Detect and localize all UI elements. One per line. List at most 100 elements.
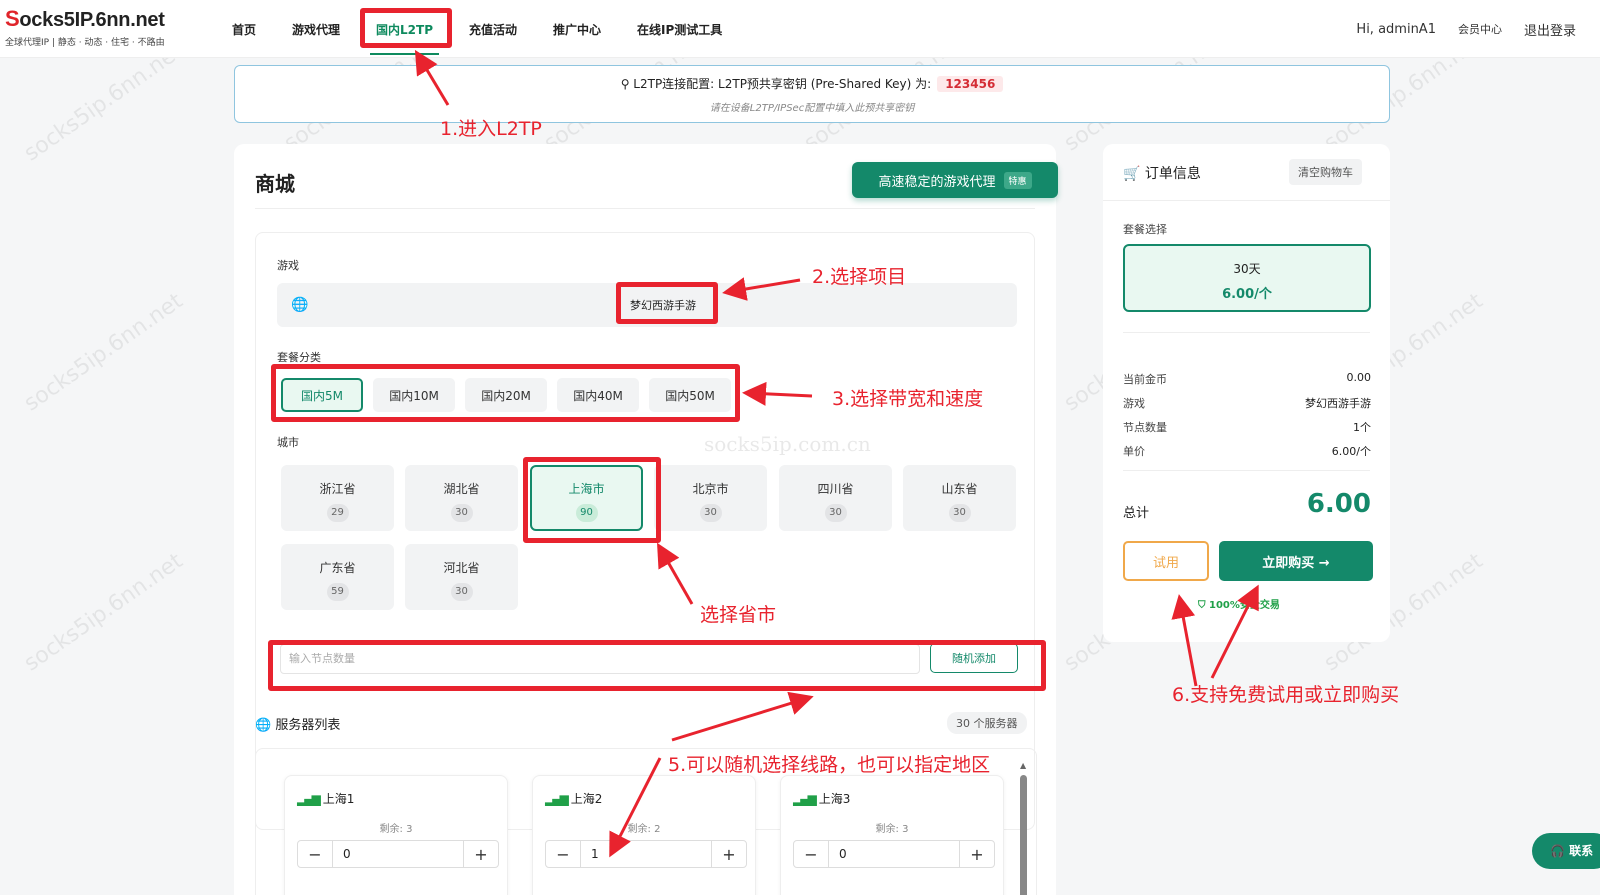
quantity-input[interactable]: 1 (580, 841, 712, 867)
plus-button[interactable]: + (712, 845, 746, 864)
server-remaining: 剩余: 2 (627, 824, 661, 835)
scrollbar[interactable]: ▲ (1020, 761, 1027, 895)
city-name: 北京市 (692, 482, 729, 496)
cart-icon: 🛒 (1123, 166, 1145, 182)
city-card-selected[interactable]: 上海市 90 (530, 465, 643, 531)
l2tp-notice: ⚲ L2TP连接配置: L2TP预共享密钥 (Pre-Shared Key) 为… (234, 65, 1390, 123)
server-card: ▂▄▆ 上海2 剩余: 2 − 1 + (532, 775, 756, 895)
annotation-step6: 6.支持免费试用或立即购买 (1172, 684, 1400, 706)
search-icon: ⚲ (620, 77, 634, 91)
nav-game-proxy[interactable]: 游戏代理 (292, 21, 340, 38)
row-key: 节点数量 (1123, 421, 1167, 434)
server-name: 上海3 (818, 792, 851, 806)
package-option-5m[interactable]: 国内5M (281, 378, 363, 412)
site-logo[interactable]: Socks5IP.6nn.net 全球代理IP | 静态 · 动态 · 住宅 ·… (5, 6, 165, 48)
random-add-button[interactable]: 随机添加 (930, 643, 1018, 673)
city-count: 90 (575, 504, 598, 522)
top-navbar: Socks5IP.6nn.net 全球代理IP | 静态 · 动态 · 住宅 ·… (0, 0, 1600, 58)
minus-button[interactable]: − (546, 845, 580, 864)
nav-l2tp[interactable]: 国内L2TP (370, 21, 439, 55)
nav-home[interactable]: 首页 (232, 21, 256, 38)
trial-button[interactable]: 试用 (1123, 541, 1209, 581)
city-name: 浙江省 (319, 482, 356, 496)
order-row: 单价 6.00/个 (1123, 443, 1371, 459)
city-card[interactable]: 山东省 30 (903, 465, 1016, 531)
member-center-link[interactable]: 会员中心 (1458, 21, 1502, 37)
plus-button[interactable]: + (960, 845, 994, 864)
city-count: 30 (948, 504, 971, 522)
game-label: 游戏 (277, 259, 299, 272)
order-heading: 🛒 订单信息 (1123, 163, 1201, 183)
city-card[interactable]: 四川省 30 (779, 465, 892, 531)
server-list: ▂▄▆ 上海1 剩余: 3 − 0 + ▂▄▆ 上海2 剩余: 2 − 1 + ▂▄… (255, 748, 1037, 895)
plan-days: 30天 (1233, 262, 1261, 276)
minus-button[interactable]: − (298, 845, 332, 864)
main-nav: 首页 游戏代理 国内L2TP 充值活动 推广中心 在线IP测试工具 (232, 0, 758, 58)
package-option-40m[interactable]: 国内40M (557, 378, 639, 412)
package-option-50m[interactable]: 国内50M (649, 378, 731, 412)
order-form: 游戏 🌐 梦幻西游手游 套餐分类 国内5M 国内10M 国内20M 国内40M … (255, 232, 1035, 830)
node-quantity-input[interactable]: 输入节点数量 (280, 644, 920, 674)
city-count: 59 (326, 583, 349, 601)
row-value: 1个 (1353, 421, 1371, 434)
city-count: 29 (326, 504, 349, 522)
city-card[interactable]: 河北省 30 (405, 544, 518, 610)
watermark: socks5ip.6nn.net (19, 288, 188, 417)
plan-label: 套餐选择 (1123, 223, 1167, 236)
buy-now-button[interactable]: 立即购买 → (1219, 541, 1373, 581)
promo-button[interactable]: 高速稳定的游戏代理 特惠 (852, 162, 1058, 198)
order-title: 订单信息 (1144, 166, 1201, 182)
city-name: 广东省 (319, 561, 356, 575)
city-name: 河北省 (443, 561, 480, 575)
game-value: 梦幻西游手游 (630, 299, 696, 312)
server-name: 上海1 (322, 792, 355, 806)
city-card[interactable]: 北京市 30 (654, 465, 767, 531)
globe-icon: 🌐 (255, 718, 276, 733)
city-count: 30 (824, 504, 847, 522)
minus-button[interactable]: − (794, 845, 828, 864)
logo-text: ocks5IP.6nn.net (19, 9, 165, 31)
order-row: 当前金币 0.00 (1123, 371, 1371, 387)
user-greeting: Hi, adminA1 (1356, 21, 1436, 37)
quantity-input[interactable]: 0 (828, 841, 960, 867)
user-area: Hi, adminA1 会员中心 退出登录 (1334, 0, 1576, 58)
game-select[interactable]: 🌐 梦幻西游手游 (277, 283, 1017, 327)
quantity-input[interactable]: 0 (332, 841, 464, 867)
row-value: 6.00/个 (1331, 445, 1371, 458)
city-card[interactable]: 浙江省 29 (281, 465, 394, 531)
shield-icon: ⛉ (1198, 600, 1209, 611)
package-option-20m[interactable]: 国内20M (465, 378, 547, 412)
city-card[interactable]: 广东省 59 (281, 544, 394, 610)
city-count: 30 (450, 583, 473, 601)
divider (1103, 200, 1390, 201)
logout-link[interactable]: 退出登录 (1524, 20, 1576, 39)
city-count: 30 (450, 504, 473, 522)
city-label: 城市 (277, 436, 299, 449)
contact-button[interactable]: 🎧 联系 (1532, 833, 1600, 869)
scrollbar-thumb[interactable] (1020, 775, 1027, 895)
nav-recharge[interactable]: 充值活动 (469, 21, 517, 38)
server-count-badge: 30 个服务器 (947, 712, 1027, 734)
clear-cart-button[interactable]: 清空购物车 (1289, 159, 1362, 185)
order-panel: 🛒 订单信息 清空购物车 套餐选择 30天 6.00/个 当前金币 0.00 游戏… (1103, 144, 1390, 642)
secure-text: 100%安全交易 (1208, 600, 1280, 611)
city-card[interactable]: 湖北省 30 (405, 465, 518, 531)
notice-hint: 请在设备L2TP/IPSec配置中填入此预共享密钥 (709, 103, 915, 114)
quantity-stepper: − 0 + (793, 840, 995, 868)
shop-panel: 商城 高速稳定的游戏代理 特惠 游戏 🌐 梦幻西游手游 套餐分类 国内5M 国内1… (234, 144, 1058, 895)
promo-label: 高速稳定的游戏代理 (878, 174, 996, 190)
server-card: ▂▄▆ 上海3 剩余: 3 − 0 + (780, 775, 1004, 895)
nav-ip-test[interactable]: 在线IP测试工具 (637, 21, 722, 38)
signal-icon: ▂▄▆ (545, 792, 569, 806)
page-title: 商城 (255, 172, 295, 196)
scroll-up-icon[interactable]: ▲ (1020, 761, 1026, 770)
plus-button[interactable]: + (464, 845, 498, 864)
row-key: 游戏 (1123, 397, 1145, 410)
plan-option-selected[interactable]: 30天 6.00/个 (1123, 244, 1371, 312)
row-value: 0.00 (1346, 371, 1372, 384)
package-option-10m[interactable]: 国内10M (373, 378, 455, 412)
package-label: 套餐分类 (277, 351, 321, 364)
row-key: 当前金币 (1123, 373, 1167, 386)
nav-promotion[interactable]: 推广中心 (553, 21, 601, 38)
watermark: socks5ip.6nn.net (19, 548, 188, 677)
